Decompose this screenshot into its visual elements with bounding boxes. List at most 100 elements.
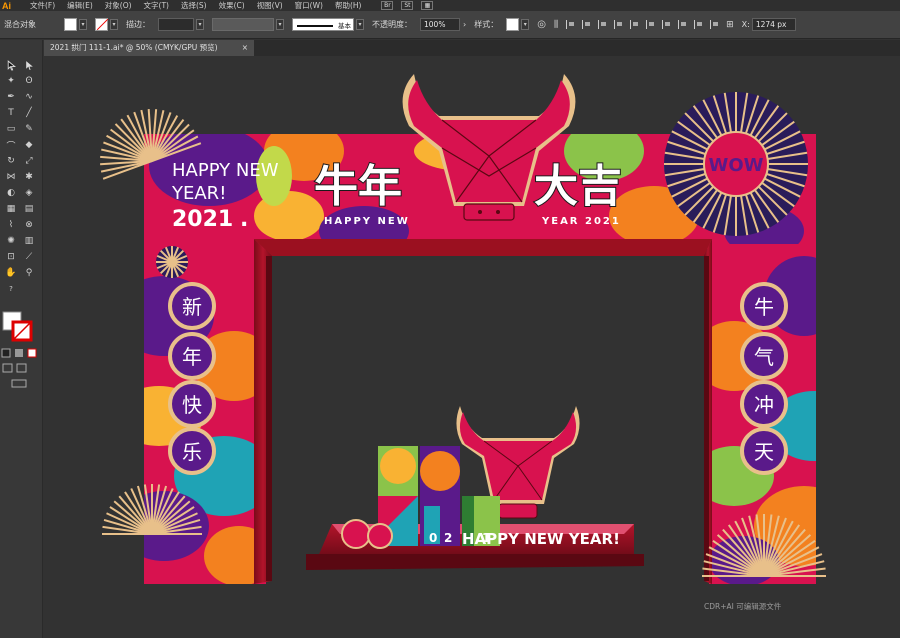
menu-select[interactable]: 选择(S) bbox=[181, 0, 207, 11]
chevron-down-icon[interactable]: ▾ bbox=[196, 19, 204, 30]
chevron-down-icon[interactable]: ▾ bbox=[110, 19, 118, 30]
x-field[interactable]: 1274 px bbox=[751, 18, 796, 31]
arrange-icon[interactable]: ⫼ bbox=[554, 20, 558, 30]
blend-tool-icon[interactable]: ⊗ bbox=[20, 217, 38, 233]
stage-digit: 0 bbox=[429, 531, 437, 545]
distribute-top-icon[interactable] bbox=[662, 20, 671, 29]
medallion-char: 快 bbox=[182, 393, 202, 417]
variable-width-profile[interactable] bbox=[212, 18, 274, 31]
variable-width-field[interactable]: ▾ bbox=[212, 18, 284, 31]
scale-tool-icon[interactable]: ⤢ bbox=[20, 153, 38, 169]
workspace-grid-icon[interactable]: ▦ bbox=[421, 1, 434, 10]
distribute-bottom-icon[interactable] bbox=[694, 20, 703, 29]
puppet-warp-icon[interactable]: ✱ bbox=[20, 169, 38, 185]
shape-builder-icon[interactable]: ◐ bbox=[2, 185, 20, 201]
menu-effect[interactable]: 效果(C) bbox=[219, 0, 245, 11]
align-left-icon[interactable] bbox=[566, 20, 575, 29]
artboard-tool-icon[interactable]: ⊡ bbox=[2, 249, 20, 265]
slice-tool-icon[interactable]: ⟋ bbox=[20, 249, 38, 265]
gradient-tool-icon[interactable]: ▤ bbox=[20, 201, 38, 217]
brush-definition[interactable]: 基本 ▾ bbox=[292, 18, 364, 31]
chevron-down-icon[interactable]: ▾ bbox=[79, 19, 87, 30]
document-tab[interactable]: 2021 拱门 111-1.ai* @ 50% (CMYK/GPU 预览) × bbox=[44, 40, 254, 56]
perspective-grid-icon[interactable]: ▦ bbox=[2, 201, 20, 217]
style-label: 样式： bbox=[474, 20, 499, 29]
chevron-down-icon[interactable]: ▾ bbox=[521, 19, 530, 30]
fill-swatch[interactable]: ▾ bbox=[64, 18, 87, 31]
direct-selection-tool-icon[interactable] bbox=[20, 57, 38, 73]
stock-button[interactable]: St bbox=[401, 1, 414, 10]
menu-file[interactable]: 文件(F) bbox=[30, 0, 55, 11]
eyedropper-icon[interactable]: ⌇ bbox=[2, 217, 20, 233]
artwork-arch[interactable]: 牛年 大吉 HAPPY NEW YEAR 2021 HAPPY NEW YEAR… bbox=[44, 56, 900, 638]
menu-edit[interactable]: 编辑(E) bbox=[67, 0, 93, 11]
stroke-none-swatch[interactable] bbox=[95, 18, 108, 31]
app-logo: Ai bbox=[2, 0, 11, 11]
zoom-tool-icon[interactable]: ⚲ bbox=[20, 265, 38, 281]
opacity-label: 不透明度： bbox=[372, 20, 412, 29]
medallion: 新 bbox=[168, 282, 216, 330]
opacity-field[interactable]: 100% › bbox=[420, 18, 466, 31]
distribute-middle-icon[interactable] bbox=[678, 20, 687, 29]
watermark: CDR+AI 可编辑源文件 bbox=[704, 602, 782, 611]
menu-window[interactable]: 窗口(W) bbox=[295, 0, 323, 11]
control-bar: 混合对象 ▾ ▾ 描边： ▾ ▾ 基本 ▾ 不透明度： 100% › 样式： ▾ ◎… bbox=[0, 11, 900, 39]
canvas-area[interactable]: 牛年 大吉 HAPPY NEW YEAR 2021 HAPPY NEW YEAR… bbox=[44, 56, 900, 638]
pen-tool-icon[interactable]: ✒ bbox=[2, 89, 20, 105]
lasso-icon[interactable]: ʘ bbox=[20, 73, 38, 89]
fill-stroke-widget[interactable] bbox=[0, 308, 43, 388]
graphic-style-swatch[interactable] bbox=[506, 18, 520, 31]
selection-tool-icon[interactable] bbox=[2, 57, 20, 73]
bridge-button[interactable]: Br bbox=[381, 1, 394, 10]
stroke-weight-input[interactable] bbox=[158, 18, 194, 31]
align-bottom-icon[interactable] bbox=[646, 20, 655, 29]
chevron-right-icon[interactable]: › bbox=[463, 20, 466, 29]
brush-style-label: 基本 bbox=[338, 21, 351, 30]
menu-help[interactable]: 帮助(H) bbox=[335, 0, 362, 11]
align-center-icon[interactable] bbox=[582, 20, 591, 29]
medallion-char: 乐 bbox=[182, 440, 202, 464]
subline-right: YEAR 2021 bbox=[541, 216, 621, 227]
line-tool-icon[interactable]: ╱ bbox=[20, 105, 38, 121]
hand-tool-icon[interactable]: ✋ bbox=[2, 265, 20, 281]
stage-text: HAPPY NEW YEAR! bbox=[462, 530, 620, 548]
greeting-line2: YEAR! bbox=[171, 183, 226, 204]
align-right-icon[interactable] bbox=[598, 20, 607, 29]
rectangle-tool-icon[interactable]: ▭ bbox=[2, 121, 20, 137]
chevron-down-icon[interactable]: ▾ bbox=[356, 19, 364, 30]
close-icon[interactable]: × bbox=[242, 40, 248, 56]
live-paint-icon[interactable]: ◈ bbox=[20, 185, 38, 201]
fill-color-swatch[interactable] bbox=[64, 18, 77, 31]
eraser-icon[interactable]: ◆ bbox=[20, 137, 38, 153]
help-icon[interactable]: ? bbox=[2, 281, 20, 297]
headline-right: 大吉 bbox=[534, 161, 622, 212]
x-position-input[interactable]: 1274 px bbox=[751, 18, 796, 31]
stage-mini-fans bbox=[341, 519, 393, 549]
brush-style-preview[interactable]: 基本 bbox=[292, 18, 354, 31]
reference-point-icon[interactable]: ⊞ bbox=[726, 20, 734, 30]
menu-view[interactable]: 视图(V) bbox=[257, 0, 283, 11]
width-tool-icon[interactable]: ⋈ bbox=[2, 169, 20, 185]
chevron-down-icon[interactable]: ▾ bbox=[276, 19, 284, 30]
medallion-char: 冲 bbox=[754, 393, 774, 417]
menu-type[interactable]: 文字(T) bbox=[144, 0, 169, 11]
curvature-tool-icon[interactable]: ∿ bbox=[20, 89, 38, 105]
graphic-style-picker[interactable]: ▾ bbox=[506, 18, 530, 31]
opacity-input[interactable]: 100% bbox=[420, 18, 460, 31]
menu-object[interactable]: 对象(O) bbox=[105, 0, 132, 11]
medallion-char: 气 bbox=[754, 345, 774, 369]
rotate-tool-icon[interactable]: ↻ bbox=[2, 153, 20, 169]
stroke-weight-field[interactable]: ▾ bbox=[158, 18, 204, 31]
magic-wand-icon[interactable]: ✦ bbox=[2, 73, 20, 89]
shaper-tool-icon[interactable]: ⌒ bbox=[2, 137, 20, 153]
medallion-char: 牛 bbox=[754, 295, 774, 319]
column-graph-icon[interactable]: ▥ bbox=[20, 233, 38, 249]
distribute-left-icon[interactable] bbox=[710, 20, 719, 29]
align-middle-icon[interactable] bbox=[630, 20, 639, 29]
paintbrush-icon[interactable]: ✎ bbox=[20, 121, 38, 137]
type-tool-icon[interactable]: T bbox=[2, 105, 20, 121]
symbol-sprayer-icon[interactable]: ✺ bbox=[2, 233, 20, 249]
align-top-icon[interactable] bbox=[614, 20, 623, 29]
recolor-icon[interactable]: ◎ bbox=[537, 19, 546, 30]
stroke-swatch[interactable]: ▾ bbox=[95, 18, 118, 31]
